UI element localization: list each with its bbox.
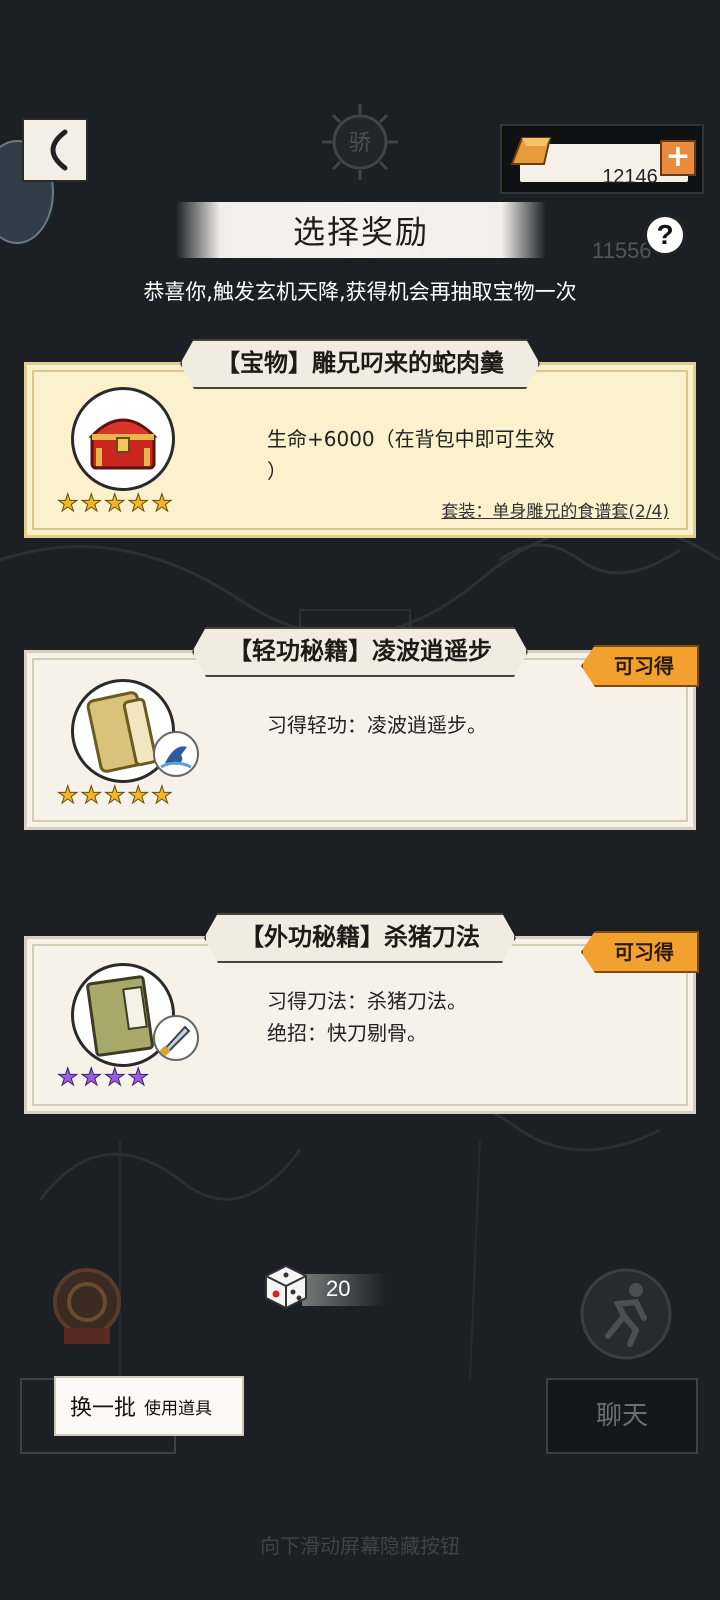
card-title: 【宝物】雕兄叼来的蛇肉羹	[180, 339, 540, 389]
blade-type-icon	[153, 1015, 199, 1061]
dice-counter: 20	[262, 1264, 386, 1310]
page-title: 选择奖励	[176, 202, 546, 258]
skill-description: 习得轻功：凌波逍遥步。	[267, 713, 487, 737]
dice-count: 20	[326, 1276, 351, 1301]
gold-ingot-icon	[510, 137, 552, 165]
star-icon: ★	[57, 1063, 79, 1091]
set-bonus-link[interactable]: 套装：单身雕兄的食谱套(2/4)	[441, 497, 669, 522]
help-button[interactable]: ?	[644, 214, 686, 256]
run-icon[interactable]	[578, 1266, 674, 1362]
star-icon: ★	[151, 781, 173, 809]
star-icon: ★	[104, 1063, 126, 1091]
star-icon: ★	[80, 781, 103, 809]
chat-button[interactable]: 聊天	[546, 1378, 698, 1454]
card-title: 【轻功秘籍】凌波逍遥步	[192, 627, 528, 677]
star-icon: ★	[127, 781, 150, 809]
svg-text:骄: 骄	[349, 131, 371, 156]
reward-card-qinggong[interactable]: 【轻功秘籍】凌波逍遥步 可习得 ★ ★ ★ ★ ★ 习得轻功：凌波逍遥步。	[24, 650, 699, 830]
item-icon-frame	[71, 387, 175, 491]
star-icon: ★	[127, 1063, 150, 1091]
refresh-label: 换一批	[70, 1396, 137, 1421]
gold-amount: 12146	[602, 166, 658, 188]
event-medal-icon	[53, 1268, 121, 1344]
reward-card-treasure[interactable]: 【宝物】雕兄叼来的蛇肉羹 ★ ★ ★ ★ ★ 生命+6000（在背包中即可生效 …	[24, 362, 696, 538]
swipe-hint: 向下滑动屏幕隐藏按钮	[260, 1534, 460, 1558]
reward-card-waigong[interactable]: 【外功秘籍】杀猪刀法 可习得 ★ ★ ★ ★ 习得刀法：杀猪刀法。 绝招：快刀剔…	[24, 936, 699, 1114]
star-icon: ★	[80, 489, 103, 517]
card-title: 【外功秘籍】杀猪刀法	[204, 913, 516, 963]
use-item-label: 使用道具	[144, 1398, 213, 1419]
learnable-badge: 可习得	[581, 931, 699, 973]
learnable-badge: 可习得	[581, 645, 699, 687]
item-description: 生命+6000（在背包中即可生效 ）	[267, 427, 555, 483]
gold-currency-panel: 12146 +	[500, 124, 704, 194]
reward-subtitle: 恭喜你,触发玄机天降,获得机会再抽取宝物一次	[143, 280, 577, 304]
back-arrow-icon	[50, 129, 68, 171]
skill-description: 习得刀法：杀猪刀法。 绝招：快刀剔骨。	[267, 989, 467, 1045]
treasure-chest-icon	[88, 418, 158, 470]
rarity-stars: ★ ★ ★ ★	[57, 1063, 150, 1091]
star-icon: ★	[127, 489, 150, 517]
star-icon: ★	[104, 781, 126, 809]
back-button[interactable]	[22, 118, 88, 182]
refresh-batch-button[interactable]: 换一批 使用道具	[54, 1376, 244, 1436]
background-count: 11556	[592, 238, 652, 263]
star-icon: ★	[151, 489, 173, 517]
add-gold-button[interactable]: +	[660, 140, 696, 176]
star-icon: ★	[80, 1063, 103, 1091]
rarity-stars: ★ ★ ★ ★ ★	[57, 489, 174, 517]
rarity-stars: ★ ★ ★ ★ ★	[57, 781, 174, 809]
sect-emblem-icon: 骄	[322, 104, 398, 180]
qinggong-type-icon	[153, 731, 199, 777]
star-icon: ★	[104, 489, 126, 517]
dice-icon	[265, 1264, 307, 1310]
star-icon: ★	[57, 489, 79, 517]
star-icon: ★	[57, 781, 79, 809]
